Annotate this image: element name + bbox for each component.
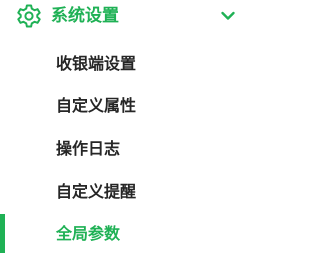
chevron-down-icon[interactable] [220, 8, 236, 24]
sidebar-menu: 系统设置 收银端设置 自定义属性 操作日志 自定义提醒 全局参数 [0, 0, 242, 253]
menu-group-title: 系统设置 [51, 6, 119, 26]
menu-item-custom-attributes[interactable]: 自定义属性 [0, 86, 242, 126]
active-indicator [0, 214, 5, 253]
menu-item-label: 操作日志 [56, 139, 121, 158]
menu-item-cashier-settings[interactable]: 收银端设置 [0, 44, 242, 84]
menu-item-global-parameters[interactable]: 全局参数 [0, 214, 242, 253]
menu-item-operation-log[interactable]: 操作日志 [0, 129, 242, 169]
menu-item-label: 收银端设置 [56, 54, 137, 73]
menu-item-label: 自定义提醒 [56, 182, 137, 201]
menu-item-custom-reminders[interactable]: 自定义提醒 [0, 172, 242, 212]
gear-icon [16, 3, 42, 29]
menu-item-label: 全局参数 [56, 224, 121, 243]
menu-group-system-settings[interactable]: 系统设置 [0, 0, 242, 34]
menu-item-label: 自定义属性 [56, 96, 137, 115]
